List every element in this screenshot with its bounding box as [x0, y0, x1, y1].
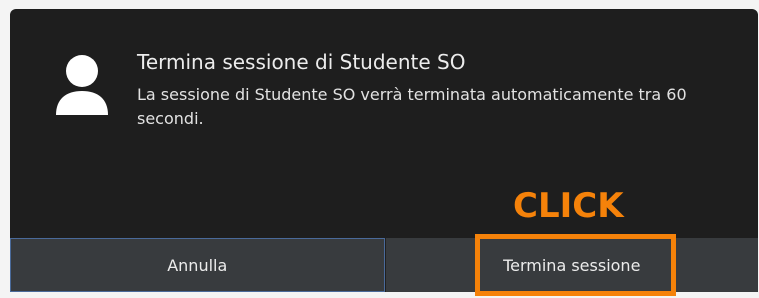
logout-button[interactable]: Termina sessione [384, 238, 758, 292]
click-annotation-label: CLICK [513, 186, 624, 226]
dialog-title: Termina sessione di Studente SO [137, 50, 466, 74]
dialog-message: La sessione di Studente SO verrà termina… [137, 85, 687, 128]
cancel-button[interactable]: Annulla [10, 238, 385, 292]
user-avatar-icon [54, 53, 110, 117]
logout-dialog: Termina sessione di Studente SO La sessi… [10, 9, 758, 292]
dialog-button-bar: Annulla Termina sessione [10, 238, 758, 292]
